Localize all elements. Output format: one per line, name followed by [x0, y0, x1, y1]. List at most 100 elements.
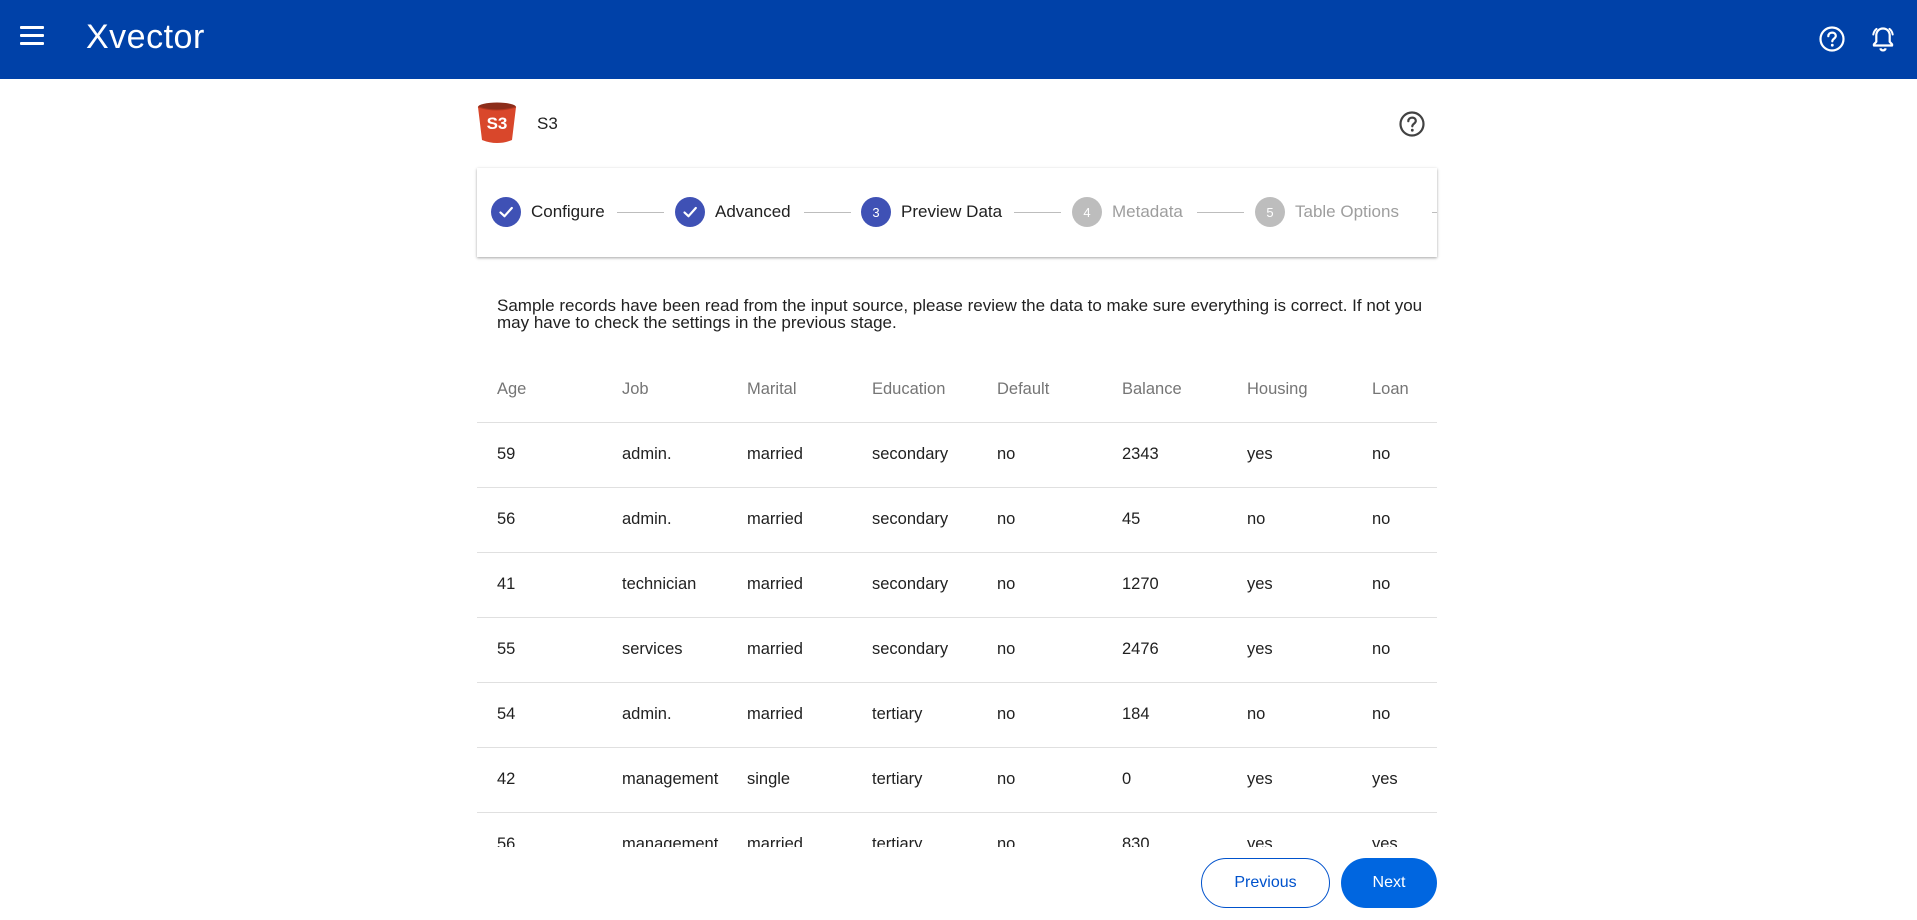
menu-icon[interactable] [20, 26, 44, 46]
table-cell: secondary [852, 422, 977, 488]
table-cell: yes [1227, 617, 1352, 683]
table-cell: yes [1227, 747, 1352, 813]
table-cell: secondary [852, 617, 977, 683]
table-cell: no [977, 487, 1102, 553]
step-metadata: 4 Metadata [1072, 197, 1183, 227]
column-header-loan: Loan [1352, 357, 1437, 423]
table-cell: yes [1352, 812, 1437, 847]
table-cell: no [1352, 682, 1437, 748]
step-advanced[interactable]: Advanced [675, 197, 791, 227]
step-label: Preview Data [901, 202, 1003, 221]
step-preview-data[interactable]: 3 Preview Data [861, 197, 1002, 227]
table-cell: no [1352, 552, 1437, 618]
table-cell: 184 [1102, 682, 1227, 748]
table-row: 59 admin. married secondary no 2343 yes … [477, 422, 1437, 488]
table-cell: married [727, 682, 852, 748]
step-connector [1014, 212, 1061, 213]
check-icon [675, 197, 705, 227]
step-connector [617, 212, 664, 213]
step-table-options: 5 Table Options [1255, 197, 1399, 227]
step-configure[interactable]: Configure [491, 197, 605, 227]
table-cell: no [1227, 682, 1352, 748]
table-cell: 41 [477, 552, 602, 618]
table-cell: no [1227, 487, 1352, 553]
next-button[interactable]: Next [1341, 858, 1437, 908]
source-title: S3 [537, 114, 558, 133]
table-cell: no [1352, 617, 1437, 683]
table-cell: no [1352, 487, 1437, 553]
table-row: 42 management single tertiary no 0 yes y… [477, 747, 1437, 813]
table-cell: no [977, 747, 1102, 813]
table-cell: married [727, 812, 852, 847]
check-icon [491, 197, 521, 227]
step-connector [1197, 212, 1244, 213]
previous-button[interactable]: Previous [1201, 858, 1330, 908]
column-header-default: Default [977, 357, 1102, 423]
table-row: 41 technician married secondary no 1270 … [477, 552, 1437, 618]
step-connector [804, 212, 851, 213]
table-cell: admin. [602, 422, 727, 488]
column-header-age: Age [477, 357, 602, 423]
table-cell: admin. [602, 487, 727, 553]
table-cell: 0 [1102, 747, 1227, 813]
table-cell: yes [1227, 422, 1352, 488]
table-cell: admin. [602, 682, 727, 748]
column-header-job: Job [602, 357, 727, 423]
table-cell: no [977, 552, 1102, 618]
table-cell: services [602, 617, 727, 683]
step-label: Configure [531, 202, 605, 221]
table-cell: 56 [477, 812, 602, 847]
table-cell: married [727, 422, 852, 488]
table-cell: yes [1227, 812, 1352, 847]
table-cell: 2476 [1102, 617, 1227, 683]
table-cell: technician [602, 552, 727, 618]
preview-table-container[interactable]: Age Job Marital Education Default Balanc… [477, 357, 1437, 847]
step-label: Advanced [715, 202, 791, 221]
table-cell: no [977, 422, 1102, 488]
source-header: S3 S3 [477, 100, 1437, 148]
table-cell: 42 [477, 747, 602, 813]
step-connector [1432, 212, 1437, 213]
table-cell: no [977, 682, 1102, 748]
preview-table: Age Job Marital Education Default Balanc… [477, 357, 1437, 847]
table-cell: yes [1352, 747, 1437, 813]
table-row: 56 management married tertiary no 830 ye… [477, 812, 1437, 847]
table-cell: management [602, 747, 727, 813]
step-number: 5 [1255, 197, 1285, 227]
table-cell: 56 [477, 487, 602, 553]
table-row: 55 services married secondary no 2476 ye… [477, 617, 1437, 683]
table-cell: yes [1227, 552, 1352, 618]
table-cell: married [727, 487, 852, 553]
table-cell: no [977, 617, 1102, 683]
table-cell: no [1352, 422, 1437, 488]
table-header-row: Age Job Marital Education Default Balanc… [477, 357, 1437, 423]
table-cell: 45 [1102, 487, 1227, 553]
top-app-bar: Xvector [0, 0, 1917, 79]
table-cell: 830 [1102, 812, 1227, 847]
step-number: 3 [861, 197, 891, 227]
table-cell: tertiary [852, 682, 977, 748]
column-header-housing: Housing [1227, 357, 1352, 423]
step-number: 4 [1072, 197, 1102, 227]
help-icon[interactable] [1398, 110, 1426, 138]
table-cell: 55 [477, 617, 602, 683]
step-label: Table Options [1295, 202, 1399, 221]
table-cell: 59 [477, 422, 602, 488]
column-header-education: Education [852, 357, 977, 423]
table-cell: no [977, 812, 1102, 847]
table-cell: 1270 [1102, 552, 1227, 618]
table-cell: 54 [477, 682, 602, 748]
table-cell: management [602, 812, 727, 847]
table-cell: secondary [852, 552, 977, 618]
notifications-bell-icon[interactable] [1868, 24, 1898, 54]
table-cell: married [727, 552, 852, 618]
brand-logo[interactable]: Xvector [86, 18, 205, 57]
help-icon[interactable] [1818, 25, 1846, 53]
table-cell: 2343 [1102, 422, 1227, 488]
s3-bucket-icon: S3 [477, 102, 517, 144]
table-cell: tertiary [852, 747, 977, 813]
table-row: 56 admin. married secondary no 45 no no [477, 487, 1437, 553]
table-cell: secondary [852, 487, 977, 553]
table-cell: tertiary [852, 812, 977, 847]
column-header-marital: Marital [727, 357, 852, 423]
